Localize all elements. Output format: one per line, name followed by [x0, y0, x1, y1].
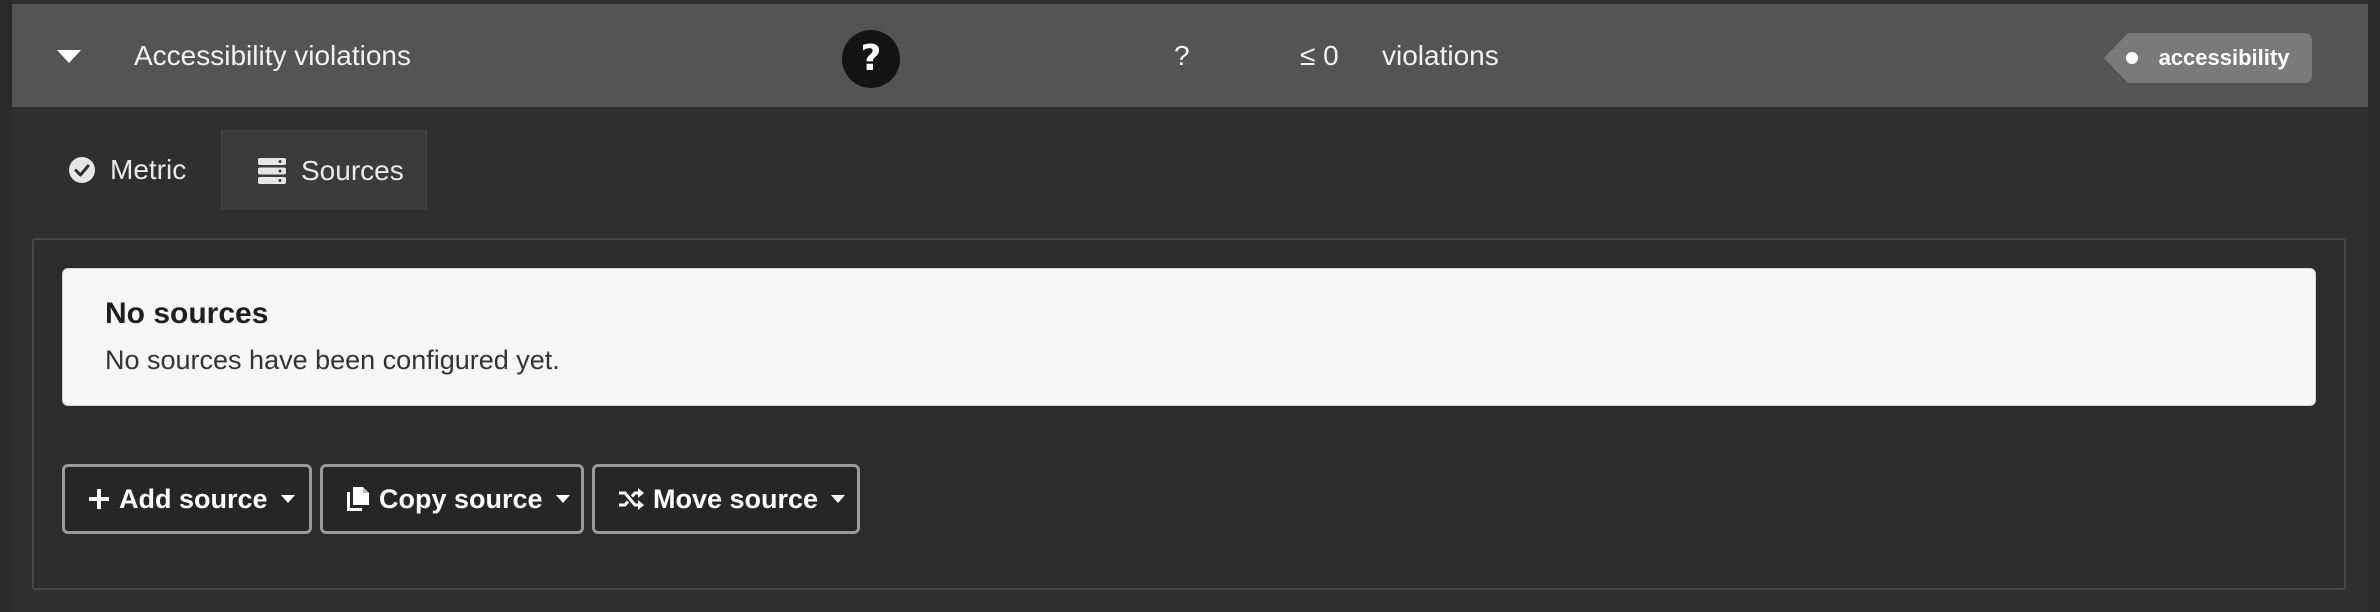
message-body: No sources have been configured yet.	[105, 345, 560, 375]
copy-source-label: Copy source	[379, 483, 543, 514]
unit-label: violations	[1382, 40, 1499, 71]
shuffle-icon	[617, 487, 645, 511]
tag-text: accessibility	[2158, 45, 2290, 70]
tag-dot-icon	[2126, 52, 2138, 64]
question-circle-icon[interactable]: ?	[842, 30, 900, 88]
copy-icon	[345, 485, 371, 513]
tab-sources[interactable]: Sources	[221, 130, 427, 210]
move-source-button[interactable]: Move source	[592, 464, 860, 534]
no-sources-message: No sources No sources have been configur…	[62, 268, 2316, 406]
add-source-label: Add source	[119, 483, 268, 514]
chevron-down-icon	[830, 494, 846, 504]
check-circle-icon	[68, 156, 96, 184]
metric-name: Accessibility violations	[134, 40, 411, 71]
target-value: ≤ 0	[1300, 40, 1339, 71]
tab-sources-label: Sources	[301, 154, 404, 186]
plus-icon	[87, 487, 111, 511]
move-source-label: Move source	[653, 483, 819, 514]
metric-details-view: Accessibility violations ? ? ≤ 0 violati…	[0, 0, 2380, 612]
sources-tab-panel: No sources No sources have been configur…	[32, 238, 2346, 590]
copy-source-button[interactable]: Copy source	[320, 464, 584, 534]
message-header: No sources	[105, 297, 269, 330]
chevron-down-icon	[555, 494, 571, 504]
add-source-button[interactable]: Add source	[62, 464, 312, 534]
measurement-value: ?	[1174, 40, 1190, 71]
tab-metric-label: Metric	[110, 154, 187, 185]
tab-metric[interactable]: Metric	[56, 130, 220, 210]
tag-label[interactable]: accessibility	[2104, 33, 2312, 83]
collapse-caret-icon[interactable]	[54, 44, 84, 68]
chevron-down-icon	[280, 494, 296, 504]
server-icon	[257, 157, 287, 185]
metric-row[interactable]: Accessibility violations ? ? ≤ 0 violati…	[12, 4, 2368, 107]
